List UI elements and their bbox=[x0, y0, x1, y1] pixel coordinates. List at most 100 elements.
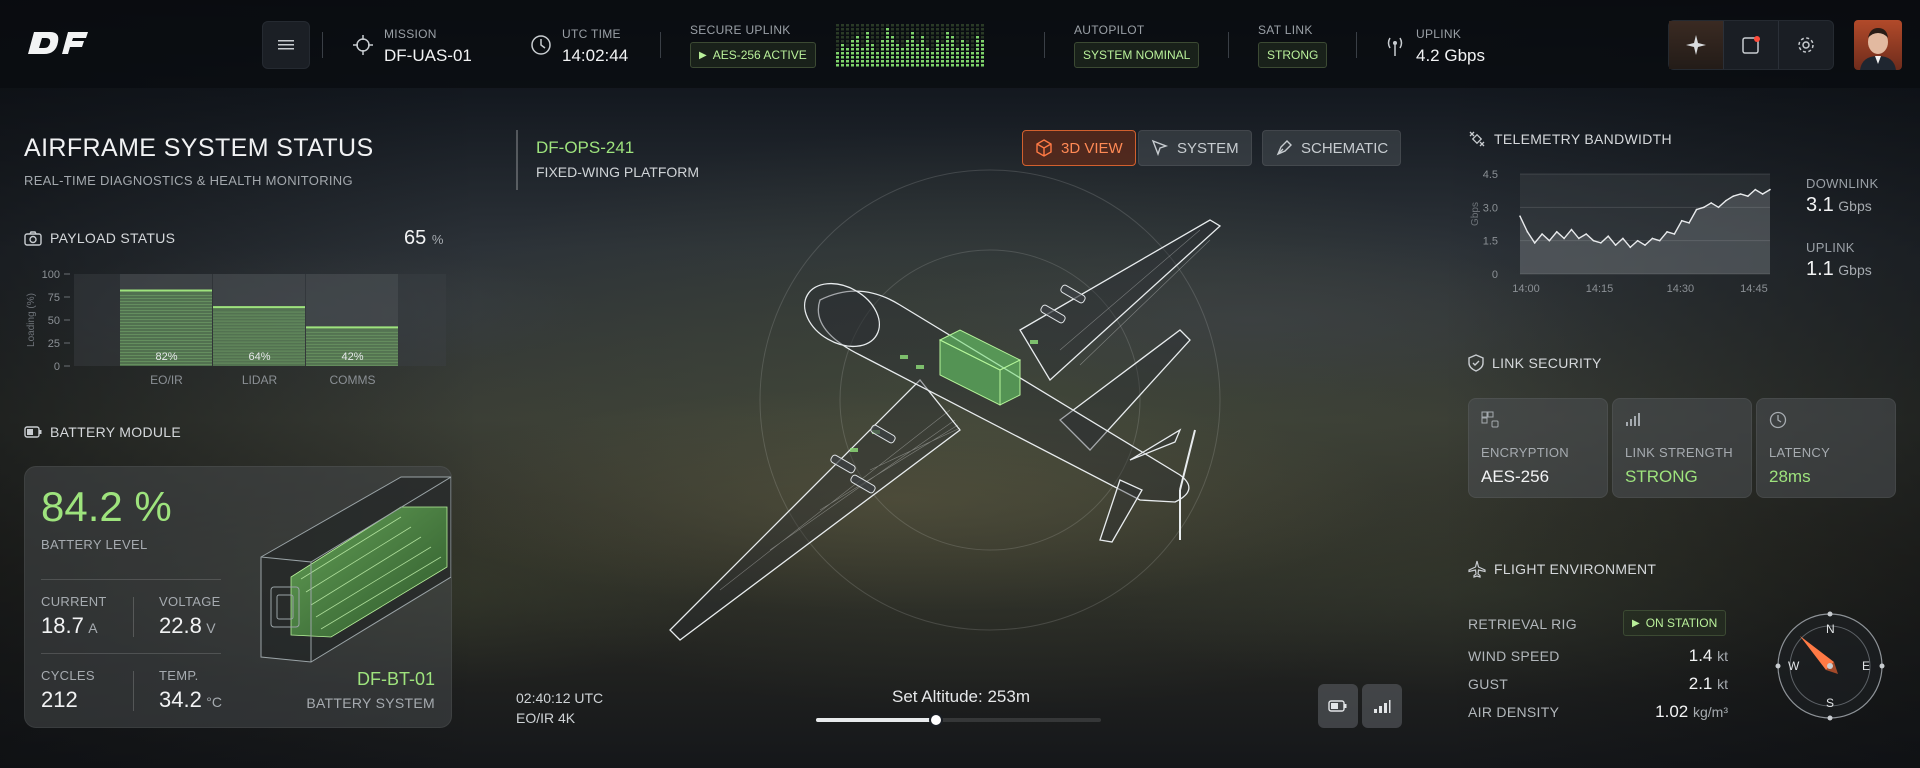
satlink-label: SAT LINK bbox=[1258, 23, 1313, 37]
signal-dot bbox=[981, 24, 984, 27]
y-axis-label: Gbps bbox=[1470, 202, 1481, 226]
signal-dot bbox=[946, 60, 949, 63]
voltage-value: 22.8 bbox=[159, 613, 202, 638]
signal-dot bbox=[911, 28, 914, 31]
signal-dot bbox=[971, 24, 974, 27]
settings-button[interactable] bbox=[1779, 21, 1833, 69]
ai-assist-button[interactable] bbox=[1669, 21, 1724, 69]
signal-dot bbox=[941, 36, 944, 39]
signal-dot bbox=[911, 24, 914, 27]
signal-dot bbox=[886, 44, 889, 47]
signal-dot bbox=[951, 24, 954, 27]
signal-dot bbox=[846, 40, 849, 43]
signal-dot bbox=[976, 52, 979, 55]
altitude-label: Set Altitude: 253m bbox=[892, 687, 1030, 706]
signal-dot bbox=[891, 28, 894, 31]
data-point bbox=[1761, 193, 1764, 195]
aes-status-chip: ▶ AES-256 ACTIVE bbox=[690, 42, 816, 68]
altitude-slider[interactable] bbox=[816, 713, 1101, 727]
signal-dot bbox=[956, 60, 959, 63]
altitude-slider-thumb[interactable] bbox=[928, 713, 943, 727]
bar-category-label: EO/IR bbox=[150, 373, 183, 387]
signal-dot bbox=[906, 56, 909, 59]
y-tick-label: 3.0 bbox=[1483, 202, 1498, 214]
signal-dot bbox=[941, 40, 944, 43]
signal-dot bbox=[916, 44, 919, 47]
signal-dot bbox=[976, 64, 979, 67]
signal-dot bbox=[936, 64, 939, 67]
signal-dot bbox=[866, 40, 869, 43]
alerts-button[interactable] bbox=[1724, 21, 1779, 69]
signal-dot bbox=[861, 32, 864, 35]
signal-dot bbox=[886, 32, 889, 35]
signal-dot bbox=[881, 44, 884, 47]
signal-dot bbox=[851, 40, 854, 43]
plane-icon bbox=[1468, 560, 1486, 578]
signal-dot bbox=[836, 60, 839, 63]
signal-dot bbox=[896, 28, 899, 31]
signal-dot bbox=[956, 32, 959, 35]
payload-bar-chart: 100 75 50 25 0 Loading (%) 82% EO/IR 64% LIDAR 42%… bbox=[26, 269, 446, 387]
signal-dot bbox=[886, 28, 889, 31]
latency-card: LATENCY 28ms bbox=[1756, 398, 1896, 498]
flight-environment-label: FLIGHT ENVIRONMENT bbox=[1494, 561, 1657, 577]
satlink-status-text: STRONG bbox=[1267, 48, 1319, 62]
signal-dot bbox=[841, 36, 844, 39]
signal-dot bbox=[886, 52, 889, 55]
signal-dot bbox=[876, 60, 879, 63]
signal-bars-icon bbox=[1374, 700, 1391, 713]
signal-dot bbox=[871, 52, 874, 55]
signal-dot bbox=[926, 36, 929, 39]
signal-dot bbox=[866, 52, 869, 55]
signal-dot bbox=[921, 64, 924, 67]
page-title: AIRFRAME SYSTEM STATUS bbox=[24, 134, 374, 162]
signal-dot bbox=[926, 24, 929, 27]
data-point bbox=[1585, 233, 1587, 235]
y-axis-label: Loading (%) bbox=[26, 293, 37, 347]
signal-dot bbox=[896, 32, 899, 35]
signal-view-button[interactable] bbox=[1362, 684, 1402, 728]
menu-button[interactable] bbox=[262, 21, 310, 69]
signal-dot bbox=[916, 48, 919, 51]
signal-dot bbox=[866, 48, 869, 51]
gust-value: 2.1 bbox=[1688, 674, 1713, 693]
signal-dot bbox=[836, 64, 839, 67]
temp-reading: 34.2 °C bbox=[159, 687, 222, 713]
bar-category-label: LIDAR bbox=[242, 373, 278, 387]
signal-dot bbox=[916, 36, 919, 39]
signal-dot bbox=[871, 56, 874, 59]
signal-dot bbox=[906, 40, 909, 43]
link-security-label: LINK SECURITY bbox=[1492, 355, 1602, 371]
battery-module-header: BATTERY MODULE bbox=[24, 424, 181, 440]
user-avatar[interactable] bbox=[1854, 20, 1902, 70]
signal-dot bbox=[896, 60, 899, 63]
signal-dot bbox=[966, 24, 969, 27]
signal-dot bbox=[836, 40, 839, 43]
divider bbox=[1044, 32, 1045, 58]
signal-dot bbox=[931, 64, 934, 67]
signal-dot bbox=[911, 36, 914, 39]
signal-dot bbox=[921, 44, 924, 47]
play-icon: ▶ bbox=[699, 49, 707, 61]
signal-dot bbox=[891, 60, 894, 63]
signal-dot bbox=[856, 60, 859, 63]
battery-view-button[interactable] bbox=[1318, 684, 1358, 728]
data-point bbox=[1769, 188, 1771, 191]
data-point bbox=[1695, 208, 1698, 211]
signal-dot bbox=[936, 24, 939, 27]
wind-speed-label: WIND SPEED bbox=[1468, 648, 1560, 664]
signal-dot bbox=[946, 40, 949, 43]
df-logo[interactable] bbox=[26, 28, 90, 63]
signal-dot bbox=[956, 44, 959, 47]
signal-dot bbox=[921, 24, 924, 27]
signal-dot bbox=[946, 52, 949, 55]
signal-dot bbox=[906, 60, 909, 63]
data-point bbox=[1680, 219, 1683, 222]
signal-dot bbox=[846, 64, 849, 67]
signal-dot bbox=[916, 32, 919, 35]
signal-dot bbox=[906, 28, 909, 31]
signal-dot bbox=[966, 52, 969, 55]
signal-dot bbox=[946, 48, 949, 51]
signal-dot bbox=[926, 44, 929, 47]
signal-dot bbox=[851, 36, 854, 39]
